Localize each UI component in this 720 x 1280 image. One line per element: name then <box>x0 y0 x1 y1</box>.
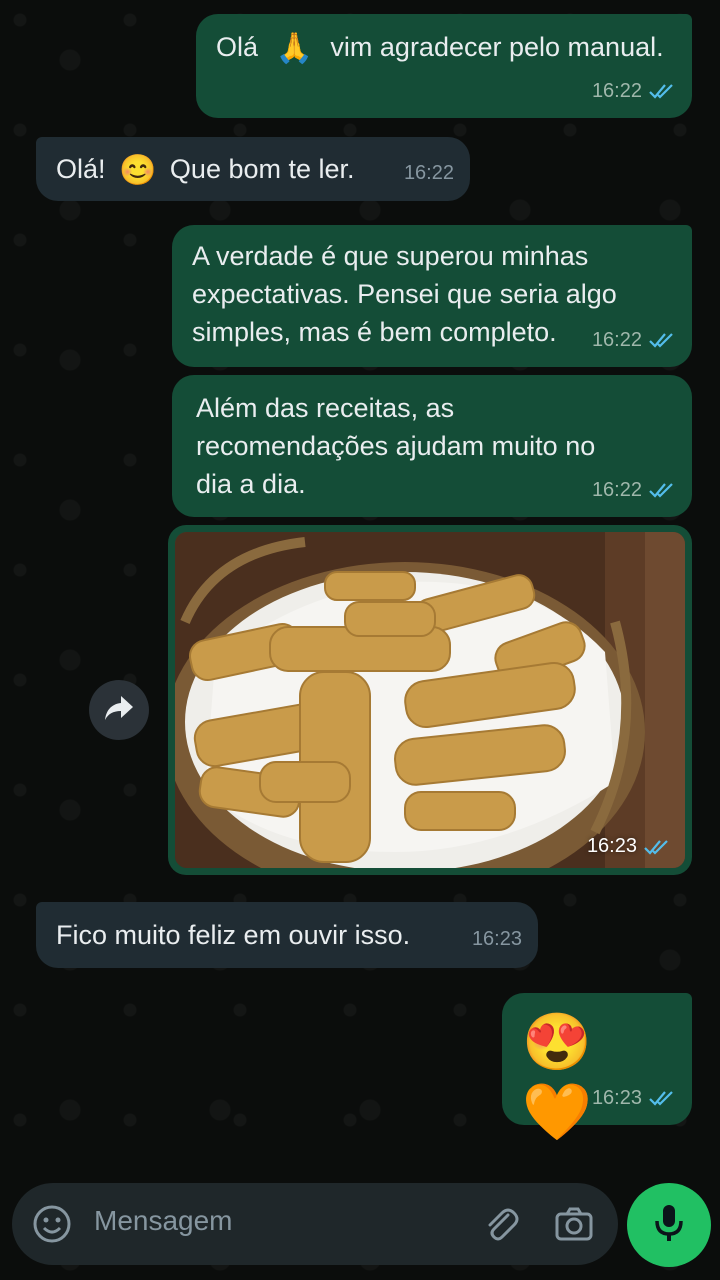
message-meta: 16:22 <box>592 471 676 509</box>
mic-button[interactable] <box>627 1183 711 1267</box>
message-bubble-outgoing[interactable]: A verdade é que superou minhas expectati… <box>172 225 692 367</box>
message-bubble-incoming[interactable]: Olá! 😊 Que bom te ler. 16:22 <box>36 137 470 201</box>
read-ticks-icon <box>648 83 676 99</box>
message-time: 16:22 <box>591 80 642 102</box>
message-bubble-outgoing[interactable]: 😍 🧡 16:23 <box>502 993 692 1143</box>
message-text: Olá <box>216 32 259 62</box>
mic-icon <box>654 1203 684 1248</box>
message-time: 16:22 <box>403 162 454 184</box>
message-time: 16:23 <box>591 1087 642 1109</box>
camera-icon[interactable] <box>554 1205 594 1248</box>
message-bubble-incoming[interactable]: Fico muito feliz em ouvir isso. 16:23 <box>36 902 538 968</box>
message-time: 16:23 <box>586 835 637 857</box>
message-meta: 16:23 <box>592 1079 676 1117</box>
forward-button[interactable] <box>89 680 149 740</box>
message-meta: 16:23 <box>472 920 522 958</box>
message-time: 16:22 <box>591 479 642 501</box>
message-input-placeholder[interactable]: Mensagem <box>94 1205 233 1237</box>
read-ticks-icon <box>643 839 671 855</box>
message-meta: 16:22 <box>404 154 454 192</box>
image-message-bubble[interactable]: 16:23 <box>168 525 692 875</box>
smiling-face-emoji: 😊 <box>119 153 157 187</box>
emoji-icon[interactable] <box>32 1204 72 1249</box>
message-input-bar[interactable]: Mensagem <box>12 1183 618 1265</box>
message-bubble-outgoing[interactable]: Além das receitas, as recomendações ajud… <box>172 375 692 517</box>
message-time: 16:22 <box>591 329 642 351</box>
read-ticks-icon <box>648 332 676 348</box>
attach-icon[interactable] <box>482 1205 520 1248</box>
message-time: 16:23 <box>471 928 522 950</box>
message-text: Olá! <box>56 154 106 184</box>
praying-hands-emoji: 🙏 <box>275 31 313 65</box>
message-text: Que bom te ler. <box>169 154 355 184</box>
message-text: A verdade é que superou minhas expectati… <box>192 241 617 347</box>
forward-icon <box>103 694 135 727</box>
message-bubble-outgoing[interactable]: Olá 🙏 vim agradecer pelo manual. 16:22 <box>196 14 692 118</box>
message-meta: 16:22 <box>592 321 676 359</box>
read-ticks-icon <box>648 482 676 498</box>
dog-biscuits-image[interactable]: 16:23 <box>175 532 685 868</box>
heart-eyes-orange-heart-emoji: 😍 🧡 <box>522 1010 596 1143</box>
message-text: Além das receitas, as recomendações ajud… <box>196 393 596 499</box>
message-meta: 16:22 <box>592 72 676 110</box>
message-text: Fico muito feliz em ouvir isso. <box>56 920 411 950</box>
read-ticks-icon <box>648 1090 676 1106</box>
message-meta: 16:23 <box>587 835 671 858</box>
message-text: vim agradecer pelo manual. <box>330 32 664 62</box>
